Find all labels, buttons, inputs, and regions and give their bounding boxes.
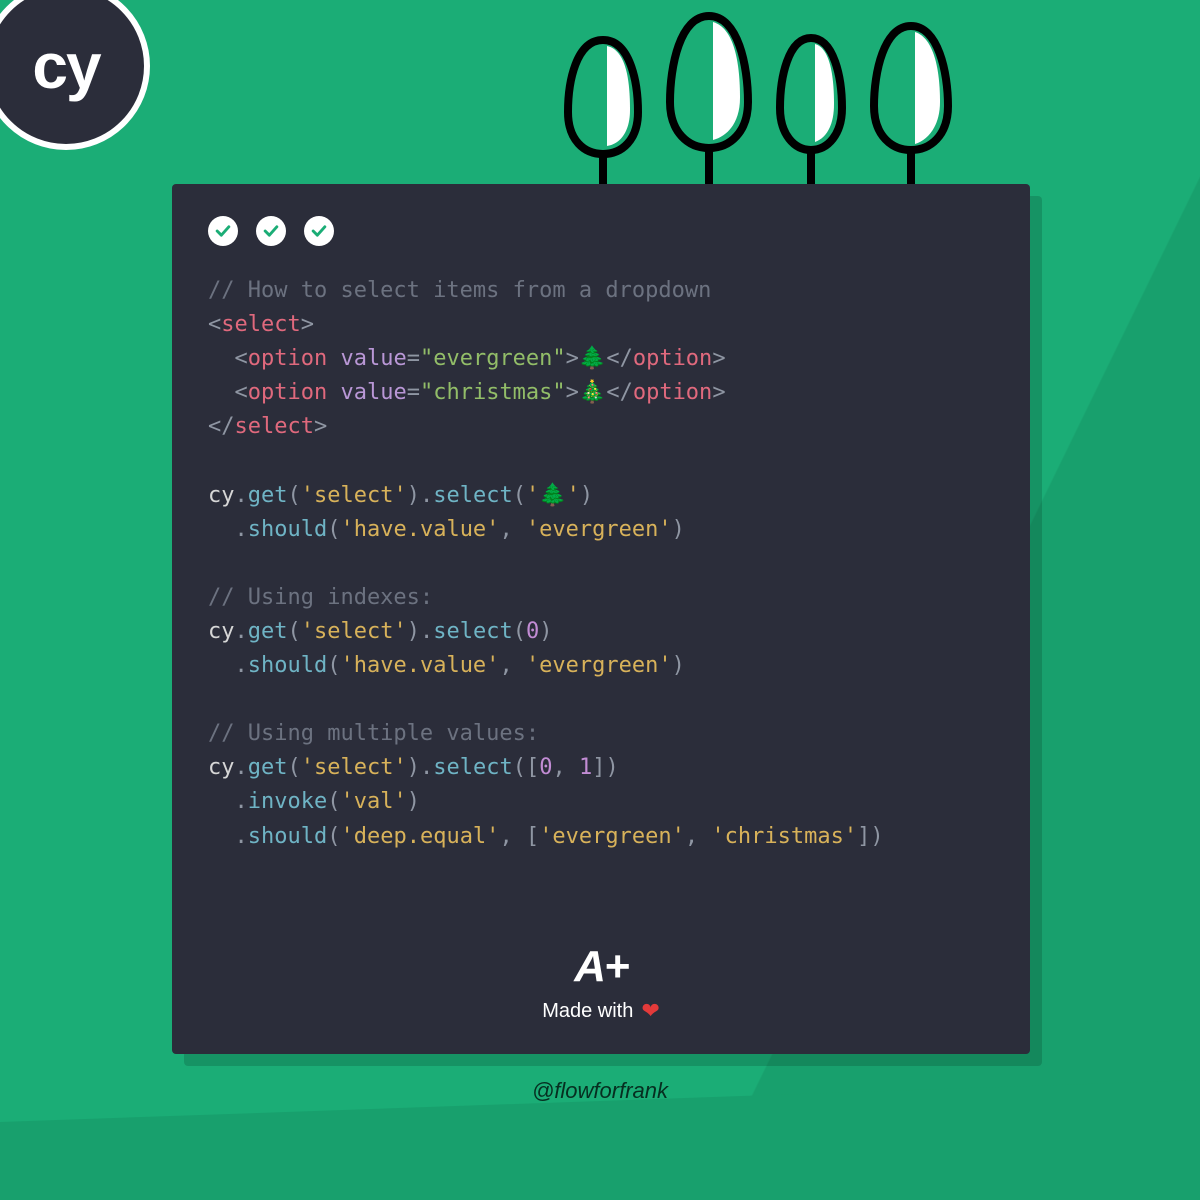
code-comment: // Using indexes: <box>208 585 433 610</box>
author-handle: @flowforfrank <box>0 1078 1200 1104</box>
code-card: // How to select items from a dropdown <… <box>172 184 1030 1054</box>
tree-decoration <box>560 10 956 200</box>
tree-icon <box>866 20 956 200</box>
card-footer: A+ Made with ❤ <box>208 942 994 1034</box>
heart-icon: ❤ <box>641 998 659 1024</box>
code-block: // How to select items from a dropdown <… <box>208 274 994 854</box>
tree-icon <box>772 30 850 200</box>
check-icon <box>256 216 286 246</box>
code-comment: // Using multiple values: <box>208 721 539 746</box>
code-comment: // How to select items from a dropdown <box>208 278 711 303</box>
check-icon <box>208 216 238 246</box>
test-status-checks <box>208 216 994 246</box>
cypress-logo-text: cy <box>32 29 99 103</box>
tree-icon <box>560 32 646 200</box>
tree-icon <box>662 10 756 200</box>
made-with-label: Made with ❤ <box>208 998 994 1024</box>
check-icon <box>304 216 334 246</box>
aplus-logo: A+ <box>208 942 994 992</box>
